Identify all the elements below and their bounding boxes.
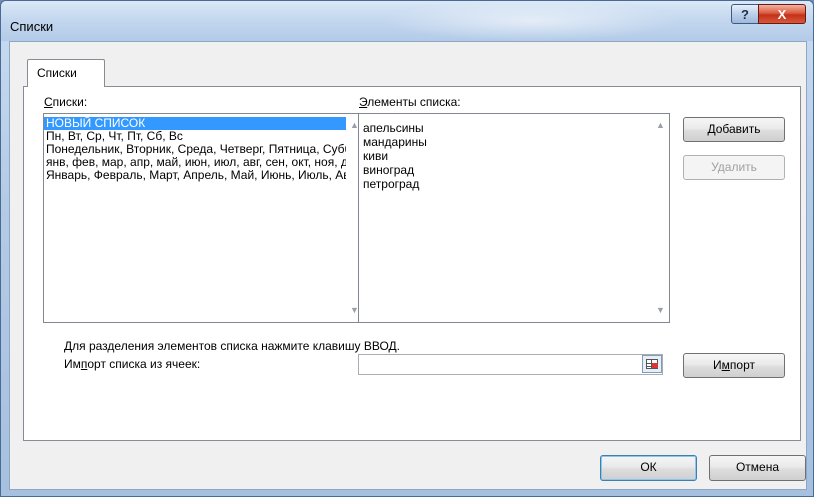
lists-listbox[interactable]: НОВЫЙ СПИСОК Пн, Вт, Ср, Чт, Пт, Сб, Вс … (43, 113, 364, 323)
collapse-dialog-button[interactable] (642, 355, 662, 373)
entries-label: Элементы списка: (359, 95, 461, 109)
window-title: Списки (10, 19, 54, 34)
entry-line: петроград (363, 178, 420, 191)
tab-panel: Списки: НОВЫЙ СПИСОК Пн, Вт, Ср, Чт, Пт,… (23, 86, 801, 441)
help-icon: ? (741, 6, 749, 22)
list-item[interactable]: Понедельник, Вторник, Среда, Четверг, Пя… (44, 143, 346, 156)
entry-line: киви (363, 150, 389, 163)
entries-textarea[interactable]: апельсины мандарины киви виноград петрог… (358, 113, 670, 323)
list-item[interactable]: Пн, Вт, Ср, Чт, Пт, Сб, Вс (44, 130, 346, 143)
dialog-body: Списки Списки: НОВЫЙ СПИСОК Пн, Вт, Ср, … (9, 41, 807, 490)
title-bar-glow (381, 1, 681, 41)
lists-label: Списки: (44, 95, 88, 109)
lists-dialog: Списки ? X Списки Списки: НОВЫЙ СПИСОК П… (0, 0, 814, 497)
help-button[interactable]: ? (731, 4, 759, 24)
cancel-button[interactable]: Отмена (709, 455, 806, 481)
import-range-input[interactable] (358, 354, 663, 375)
range-select-marker (652, 363, 658, 368)
entry-line: виноград (363, 164, 415, 177)
tab-lists-label: Списки (37, 66, 77, 80)
delete-button[interactable]: Удалить (683, 155, 785, 180)
title-bar[interactable]: Списки ? X (1, 1, 813, 41)
entry-line: апельсины (363, 122, 424, 135)
list-item[interactable]: янв, фев, мар, апр, май, июн, июл, авг, … (44, 156, 346, 169)
import-label: Импорт списка из ячеек: (64, 357, 201, 371)
import-button[interactable]: Импорт (683, 353, 785, 378)
list-item[interactable]: НОВЫЙ СПИСОК (44, 117, 346, 130)
tab-lists[interactable]: Списки (27, 59, 105, 87)
entries-items: апельсины мандарины киви виноград петрог… (361, 122, 427, 192)
lists-items: НОВЫЙ СПИСОК Пн, Вт, Ср, Чт, Пт, Сб, Вс … (44, 117, 346, 182)
close-icon: X (777, 6, 787, 22)
ok-button[interactable]: ОК (600, 455, 697, 481)
entry-line: мандарины (363, 136, 427, 149)
add-button[interactable]: Добавить (683, 117, 785, 142)
close-button[interactable]: X (758, 4, 806, 24)
list-item[interactable]: Январь, Февраль, Март, Апрель, Май, Июнь… (44, 169, 346, 182)
entries-scrollbar[interactable]: ▲ ▼ (652, 114, 669, 322)
scroll-down-icon[interactable]: ▼ (652, 302, 669, 319)
hint-text: Для разделения элементов списка нажмите … (64, 339, 400, 353)
scroll-up-icon[interactable]: ▲ (652, 117, 669, 134)
